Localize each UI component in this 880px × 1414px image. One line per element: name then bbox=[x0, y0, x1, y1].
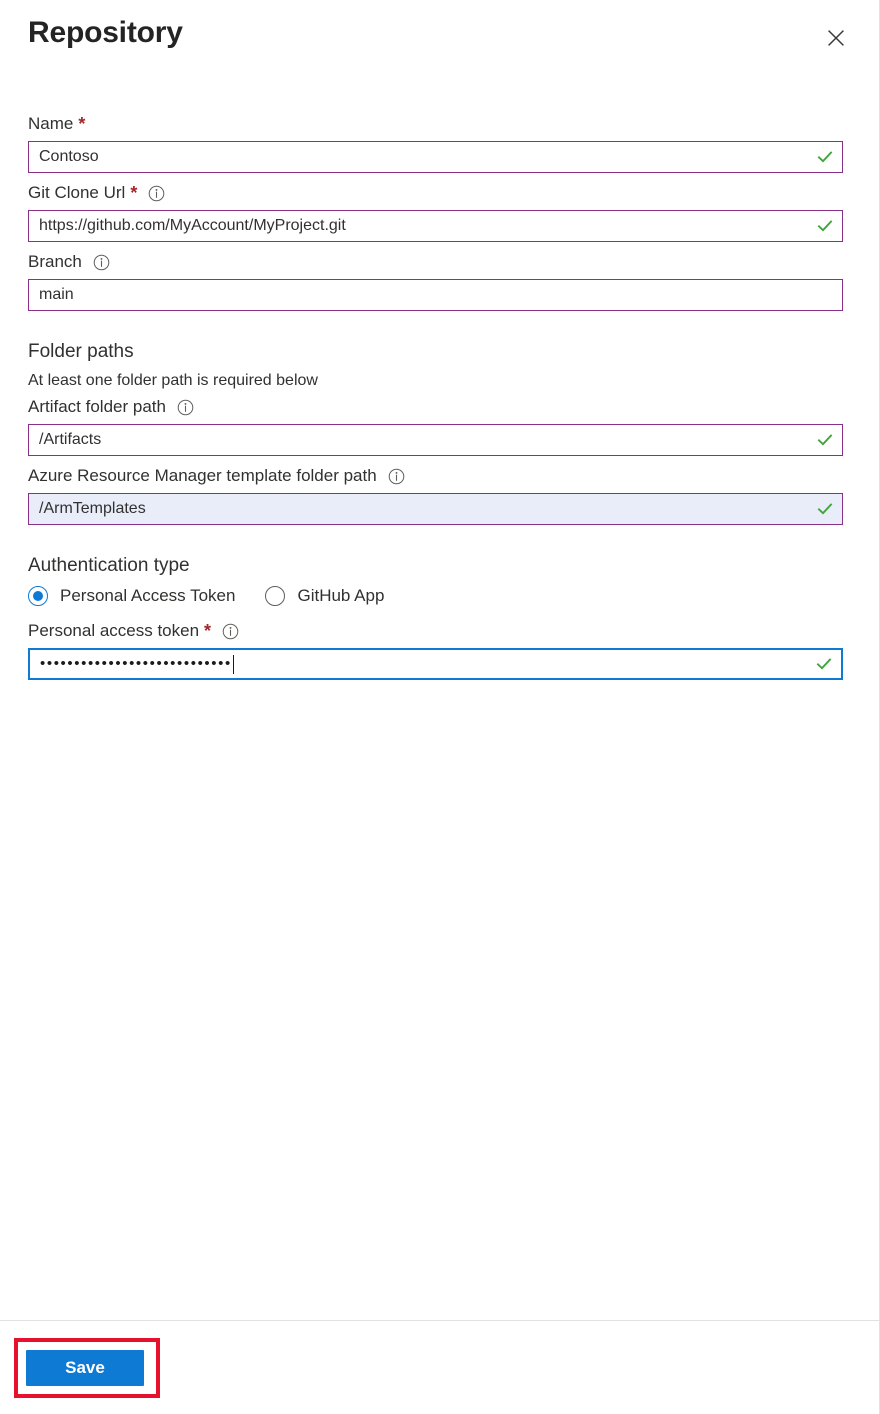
personal-access-token-label-row: Personal access token * bbox=[28, 619, 843, 643]
arm-template-folder-path-input-wrap[interactable] bbox=[28, 493, 843, 525]
info-icon[interactable] bbox=[93, 254, 110, 271]
save-button[interactable]: Save bbox=[26, 1349, 144, 1386]
branch-input-wrap[interactable] bbox=[28, 279, 843, 311]
repository-form: Name * Git Clone Url * bbox=[0, 78, 879, 1320]
radio-option-github-app[interactable]: GitHub App bbox=[265, 585, 384, 607]
git-clone-url-input-wrap[interactable] bbox=[28, 210, 843, 242]
radio-label: GitHub App bbox=[297, 586, 385, 605]
valid-check-icon bbox=[808, 148, 842, 166]
arm-template-folder-path-input[interactable] bbox=[29, 499, 808, 519]
name-label: Name bbox=[28, 114, 74, 133]
valid-check-icon bbox=[807, 655, 841, 673]
branch-label-row: Branch bbox=[28, 250, 843, 274]
radio-mark-unselected[interactable] bbox=[265, 586, 286, 606]
git-clone-url-label: Git Clone Url bbox=[28, 183, 126, 202]
info-icon[interactable] bbox=[148, 185, 165, 202]
panel-header: Repository bbox=[0, 0, 879, 78]
name-input-wrap[interactable] bbox=[28, 141, 843, 173]
close-button[interactable] bbox=[819, 21, 853, 55]
folder-paths-heading: Folder paths bbox=[28, 341, 134, 362]
required-asterisk: * bbox=[204, 621, 212, 641]
info-icon[interactable] bbox=[177, 399, 194, 416]
branch-label: Branch bbox=[28, 252, 82, 271]
name-label-row: Name * bbox=[28, 112, 843, 136]
field-git-clone-url: Git Clone Url * bbox=[28, 181, 843, 242]
personal-access-token-label: Personal access token bbox=[28, 621, 200, 640]
artifact-folder-path-label: Artifact folder path bbox=[28, 397, 166, 416]
field-branch: Branch bbox=[28, 250, 843, 311]
save-button-highlight-annotation: Save bbox=[14, 1337, 160, 1398]
repository-panel: Repository Name * Contoso Git Clone Url … bbox=[0, 0, 880, 1414]
radio-label: Personal Access Token bbox=[60, 586, 236, 605]
personal-access-token-input[interactable]: •••••••••••••••••••••••••••• bbox=[30, 654, 232, 674]
close-icon bbox=[826, 28, 846, 48]
field-personal-access-token: Personal access token * ••••••••••••••••… bbox=[28, 619, 843, 680]
field-name: Name * bbox=[28, 112, 843, 173]
artifact-folder-path-label-row: Artifact folder path bbox=[28, 395, 843, 419]
panel-footer: Save bbox=[0, 1320, 879, 1414]
git-clone-url-input[interactable] bbox=[29, 216, 808, 236]
personal-access-token-input-wrap[interactable]: •••••••••••••••••••••••••••• bbox=[28, 648, 843, 680]
required-asterisk: * bbox=[78, 114, 86, 134]
artifact-folder-path-input[interactable] bbox=[29, 430, 808, 450]
info-icon[interactable] bbox=[388, 468, 405, 485]
arm-template-folder-path-label: Azure Resource Manager template folder p… bbox=[28, 466, 377, 485]
field-artifact-folder-path: Artifact folder path bbox=[28, 395, 843, 456]
artifact-folder-path-input-wrap[interactable] bbox=[28, 424, 843, 456]
branch-input[interactable] bbox=[29, 285, 842, 305]
page-title: Repository bbox=[28, 16, 183, 49]
authentication-type-radio-group: Personal Access Token GitHub App bbox=[28, 585, 843, 607]
radio-option-personal-access-token[interactable]: Personal Access Token bbox=[28, 585, 235, 607]
valid-check-icon bbox=[808, 217, 842, 235]
arm-template-folder-path-label-row: Azure Resource Manager template folder p… bbox=[28, 464, 843, 488]
radio-mark-selected[interactable] bbox=[28, 586, 48, 606]
git-clone-url-label-row: Git Clone Url * bbox=[28, 181, 843, 205]
info-icon[interactable] bbox=[222, 623, 239, 640]
text-caret bbox=[232, 654, 234, 674]
authentication-type-heading: Authentication type bbox=[28, 555, 190, 576]
name-input[interactable] bbox=[29, 147, 808, 167]
valid-check-icon bbox=[808, 431, 842, 449]
field-arm-template-folder-path: Azure Resource Manager template folder p… bbox=[28, 464, 843, 525]
required-asterisk: * bbox=[130, 183, 138, 203]
valid-check-icon bbox=[808, 500, 842, 518]
folder-paths-subtitle: At least one folder path is required bel… bbox=[28, 372, 318, 389]
